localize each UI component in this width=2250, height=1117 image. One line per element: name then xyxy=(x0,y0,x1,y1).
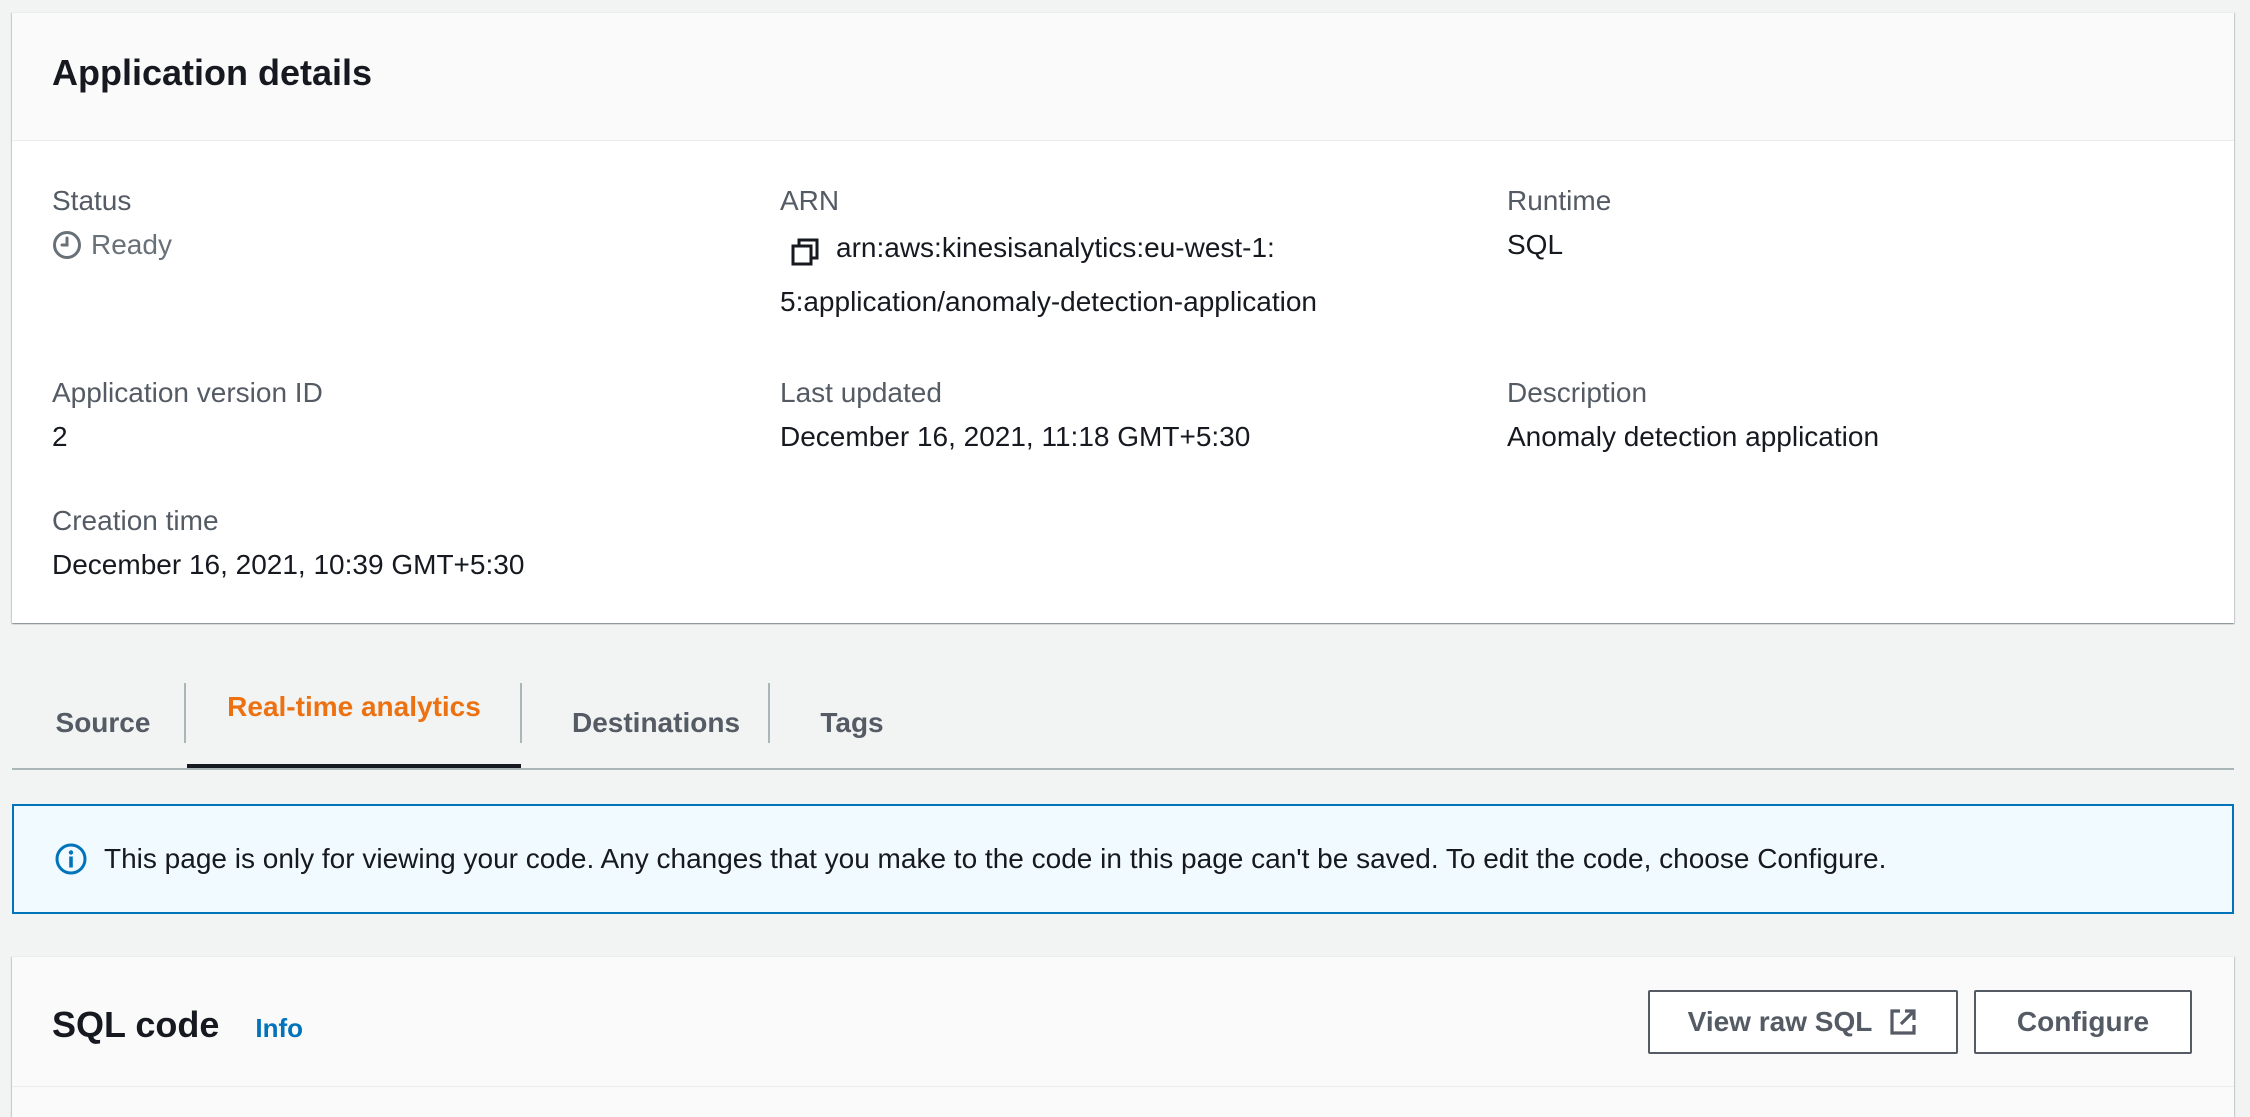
last-updated-field: Last updated December 16, 2021, 11:18 GM… xyxy=(780,373,1250,457)
arn-value-row: arn:aws:kinesisanalytics:eu-west-1: 5:ap… xyxy=(780,221,1436,329)
arn-value: arn:aws:kinesisanalytics:eu-west-1: 5:ap… xyxy=(780,221,1436,329)
description-field: Description Anomaly detection applicatio… xyxy=(1507,373,1879,457)
configure-label: Configure xyxy=(2016,1006,2150,1037)
tab-bar: Source Real-time analytics Destinations … xyxy=(12,640,2234,770)
runtime-label: Runtime xyxy=(1507,185,1612,216)
clock-icon xyxy=(53,231,81,259)
version-field: Application version ID 2 xyxy=(52,373,323,457)
status-field: Status Ready xyxy=(52,181,172,265)
last-updated-value: December 16, 2021, 11:18 GMT+5:30 xyxy=(780,421,1251,452)
version-label: Application version ID xyxy=(52,377,323,408)
tab-source[interactable]: Source xyxy=(40,682,166,764)
info-alert-text: This page is only for viewing your code.… xyxy=(104,843,1887,874)
arn-value-line2: 5:application/anomaly-detection-applicat… xyxy=(780,286,1318,317)
tab-real-time-analytics[interactable]: Real-time analytics xyxy=(187,640,521,768)
info-link[interactable]: Info xyxy=(255,1013,303,1044)
tab-destinations[interactable]: Destinations xyxy=(552,682,760,764)
external-link-icon xyxy=(1890,1009,1916,1035)
configure-button[interactable]: Configure xyxy=(1974,990,2192,1054)
sql-code-panel: SQL code Info View raw SQL Configure xyxy=(12,956,2234,1117)
runtime-value: SQL xyxy=(1507,229,1564,260)
arn-value-line1: arn:aws:kinesisanalytics:eu-west-1: xyxy=(836,232,1275,263)
arn-field: ARN arn:aws:kinesisanalytics:eu-west-1: … xyxy=(780,181,1436,329)
status-value-row: Ready xyxy=(52,225,172,265)
tab-divider xyxy=(520,683,522,743)
application-details-title: Application details xyxy=(52,51,373,93)
tab-divider xyxy=(768,683,770,743)
info-alert: This page is only for viewing your code.… xyxy=(12,804,2234,914)
arn-label: ARN xyxy=(780,185,840,216)
runtime-field: Runtime SQL xyxy=(1507,181,1611,265)
status-label: Status xyxy=(52,185,132,216)
creation-time-label: Creation time xyxy=(52,505,219,536)
application-details-panel: Application details Status Ready ARN arn… xyxy=(12,12,2234,623)
view-raw-sql-button[interactable]: View raw SQL xyxy=(1648,990,1958,1054)
creation-time-value: December 16, 2021, 10:39 GMT+5:30 xyxy=(52,549,525,580)
tab-divider xyxy=(184,683,186,743)
description-label: Description xyxy=(1507,377,1648,408)
tab-tags[interactable]: Tags xyxy=(802,682,902,764)
version-value: 2 xyxy=(52,421,68,452)
status-value: Ready xyxy=(91,229,172,260)
info-circle-icon xyxy=(55,843,87,875)
view-raw-sql-label: View raw SQL xyxy=(1687,1006,1873,1037)
copy-icon[interactable] xyxy=(790,237,820,267)
application-details-header: Application details xyxy=(12,13,2234,141)
last-updated-label: Last updated xyxy=(780,377,942,408)
description-value: Anomaly detection application xyxy=(1507,421,1880,452)
creation-time-field: Creation time December 16, 2021, 10:39 G… xyxy=(52,501,524,585)
sql-code-title: SQL code xyxy=(52,1003,220,1045)
